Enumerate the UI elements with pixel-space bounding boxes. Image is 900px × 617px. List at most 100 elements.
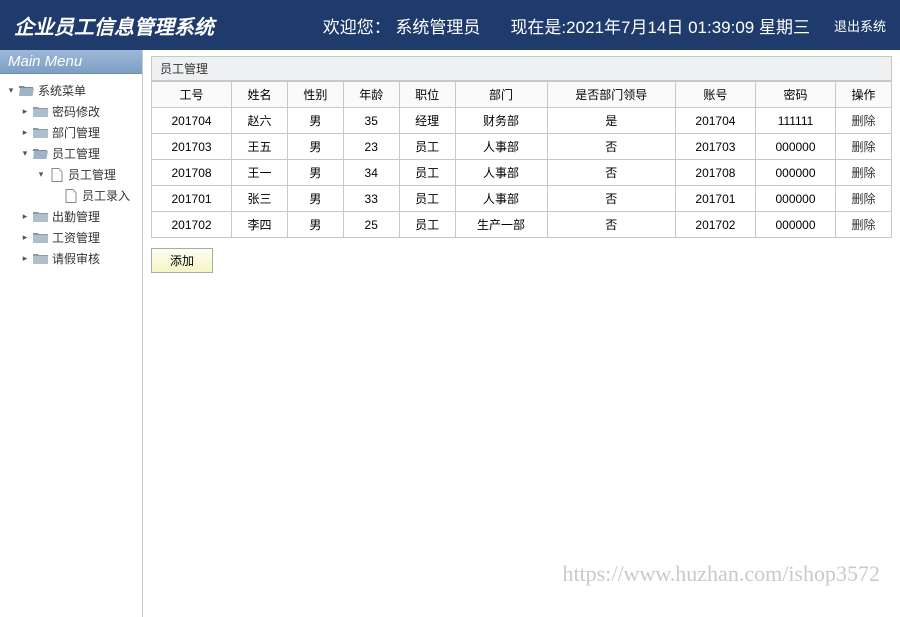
tree-item-salary[interactable]: ▸ 工资管理 — [2, 227, 140, 248]
collapse-icon[interactable]: ▾ — [36, 169, 46, 180]
cell-leader: 否 — [547, 186, 675, 212]
cell-position: 员工 — [399, 160, 455, 186]
col-password: 密码 — [755, 82, 835, 108]
tree-item-attendance[interactable]: ▸ 出勤管理 — [2, 206, 140, 227]
folder-open-icon — [33, 147, 49, 161]
cell-leader: 否 — [547, 160, 675, 186]
cell-password: 111111 — [755, 108, 835, 134]
col-action: 操作 — [836, 82, 892, 108]
cell-age: 34 — [343, 160, 399, 186]
col-dept: 部门 — [455, 82, 547, 108]
cell-gender: 男 — [287, 160, 343, 186]
tree-item-emp[interactable]: ▾ 员工管理 — [2, 143, 140, 164]
expand-icon[interactable]: ▸ — [20, 232, 30, 243]
folder-icon — [33, 126, 49, 140]
cell-position: 员工 — [399, 186, 455, 212]
collapse-icon[interactable]: ▾ — [20, 148, 30, 159]
logout-link[interactable]: 退出系统 — [834, 16, 886, 35]
expand-icon[interactable]: ▸ — [20, 106, 30, 117]
welcome-prefix: 欢迎您： — [323, 18, 391, 37]
col-position: 职位 — [399, 82, 455, 108]
expand-icon[interactable]: ▸ — [20, 211, 30, 222]
cell-dept: 人事部 — [455, 134, 547, 160]
sidebar-title: Main Menu — [0, 50, 142, 74]
cell-account: 201708 — [675, 160, 755, 186]
app-header: 企业员工信息管理系统 欢迎您： 系统管理员 现在是:2021年7月14日 01:… — [0, 0, 900, 50]
welcome-text: 欢迎您： 系统管理员 — [323, 13, 481, 38]
file-icon — [49, 168, 65, 182]
cell-age: 33 — [343, 186, 399, 212]
time-prefix: 现在是: — [510, 18, 566, 37]
cell-gender: 男 — [287, 134, 343, 160]
collapse-icon[interactable]: ▾ — [6, 85, 16, 96]
table-row: 201704赵六男35经理财务部是201704111111删除 — [152, 108, 892, 134]
cell-leader: 否 — [547, 212, 675, 238]
table-row: 201702李四男25员工生产一部否201702000000删除 — [152, 212, 892, 238]
table-row: 201701张三男33员工人事部否201701000000删除 — [152, 186, 892, 212]
cell-password: 000000 — [755, 186, 835, 212]
cell-dept: 生产一部 — [455, 212, 547, 238]
cell-account: 201704 — [675, 108, 755, 134]
cell-password: 000000 — [755, 160, 835, 186]
cell-action: 删除 — [836, 212, 892, 238]
cell-name: 王一 — [232, 160, 288, 186]
tree-item-emp-entry[interactable]: 员工录入 — [2, 185, 140, 206]
app-title: 企业员工信息管理系统 — [14, 11, 214, 40]
cell-age: 35 — [343, 108, 399, 134]
tree-label: 请假审核 — [52, 250, 100, 267]
cell-id: 201701 — [152, 186, 232, 212]
table-header-row: 工号 姓名 性别 年龄 职位 部门 是否部门领导 账号 密码 操作 — [152, 82, 892, 108]
tree-label: 出勤管理 — [52, 208, 100, 225]
col-account: 账号 — [675, 82, 755, 108]
add-button[interactable]: 添加 — [151, 248, 213, 273]
col-gender: 性别 — [287, 82, 343, 108]
folder-icon — [33, 210, 49, 224]
cell-id: 201704 — [152, 108, 232, 134]
cell-action: 删除 — [836, 134, 892, 160]
content-area: 员工管理 工号 姓名 性别 年龄 职位 部门 是否部门领导 账号 密码 操作 2… — [143, 50, 900, 617]
tree-label: 系统菜单 — [38, 82, 86, 99]
file-icon — [63, 189, 79, 203]
tree-item-dept[interactable]: ▸ 部门管理 — [2, 122, 140, 143]
cell-position: 员工 — [399, 212, 455, 238]
expand-icon[interactable]: ▸ — [20, 253, 30, 264]
cell-password: 000000 — [755, 134, 835, 160]
panel-title: 员工管理 — [151, 56, 892, 81]
expand-icon[interactable]: ▸ — [20, 127, 30, 138]
delete-link[interactable]: 删除 — [852, 166, 876, 180]
cell-name: 李四 — [232, 212, 288, 238]
cell-account: 201702 — [675, 212, 755, 238]
cell-dept: 人事部 — [455, 160, 547, 186]
cell-id: 201702 — [152, 212, 232, 238]
welcome-user: 系统管理员 — [395, 18, 480, 37]
delete-link[interactable]: 删除 — [852, 192, 876, 206]
cell-leader: 是 — [547, 108, 675, 134]
col-id: 工号 — [152, 82, 232, 108]
table-row: 201708王一男34员工人事部否201708000000删除 — [152, 160, 892, 186]
tree-item-leave[interactable]: ▸ 请假审核 — [2, 248, 140, 269]
cell-account: 201703 — [675, 134, 755, 160]
cell-name: 赵六 — [232, 108, 288, 134]
employee-table: 工号 姓名 性别 年龄 职位 部门 是否部门领导 账号 密码 操作 201704… — [151, 81, 892, 238]
folder-icon — [33, 252, 49, 266]
tree-label: 工资管理 — [52, 229, 100, 246]
cell-gender: 男 — [287, 108, 343, 134]
tree-item-password[interactable]: ▸ 密码修改 — [2, 101, 140, 122]
delete-link[interactable]: 删除 — [852, 218, 876, 232]
cell-dept: 财务部 — [455, 108, 547, 134]
cell-position: 员工 — [399, 134, 455, 160]
cell-gender: 男 — [287, 186, 343, 212]
tree-item-emp-manage[interactable]: ▾ 员工管理 — [2, 164, 140, 185]
tree-root[interactable]: ▾ 系统菜单 — [2, 80, 140, 101]
cell-gender: 男 — [287, 212, 343, 238]
col-age: 年龄 — [343, 82, 399, 108]
tree-label: 员工录入 — [82, 187, 130, 204]
nav-tree: ▾ 系统菜单 ▸ 密码修改 ▸ 部门管理 ▾ 员工管理 — [0, 74, 142, 275]
cell-action: 删除 — [836, 186, 892, 212]
cell-id: 201708 — [152, 160, 232, 186]
delete-link[interactable]: 删除 — [852, 114, 876, 128]
delete-link[interactable]: 删除 — [852, 140, 876, 154]
cell-id: 201703 — [152, 134, 232, 160]
folder-open-icon — [19, 84, 35, 98]
cell-account: 201701 — [675, 186, 755, 212]
